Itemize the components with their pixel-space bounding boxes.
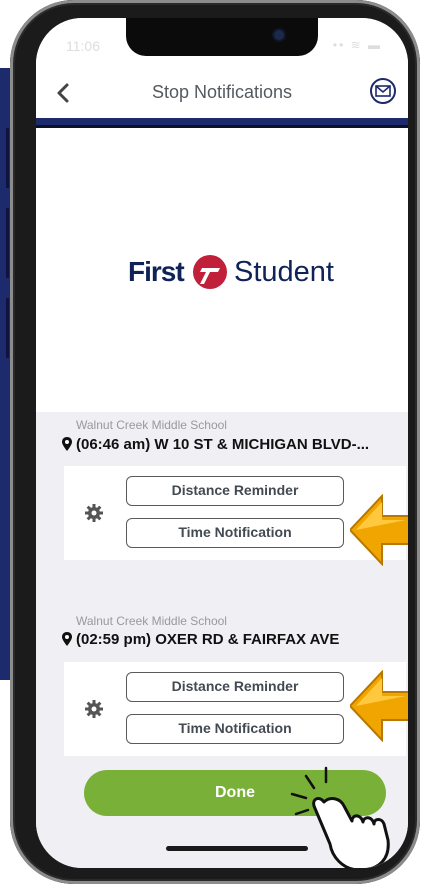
logo-mark-icon [193, 255, 227, 289]
distance-reminder-button[interactable]: Distance Reminder [126, 476, 344, 506]
map-pin-icon [62, 632, 72, 646]
mail-icon [375, 85, 391, 97]
stop-label: (06:46 am) W 10 ST & MICHIGAN BLVD-... [62, 436, 369, 453]
pointer-arrow-icon [350, 494, 408, 566]
school-name: Walnut Creek Middle School [76, 614, 227, 628]
background-mark [6, 128, 9, 188]
phone-notch [126, 18, 318, 56]
mail-button[interactable] [370, 78, 396, 104]
logo-text-student: Student [234, 256, 334, 288]
home-indicator [166, 846, 308, 851]
map-pin-icon [62, 437, 72, 451]
distance-reminder-button[interactable]: Distance Reminder [126, 672, 344, 702]
status-time: 11:06 [66, 38, 100, 54]
pointer-arrow-icon [350, 670, 408, 742]
stop-label-text: (02:59 pm) OXER RD & FAIRFAX AVE [76, 631, 340, 648]
background-mark [6, 208, 9, 278]
status-indicators: •• ≋ ▬ [332, 38, 382, 52]
time-notification-button[interactable]: Time Notification [126, 518, 344, 548]
background-mark [6, 298, 9, 358]
gear-icon[interactable] [84, 699, 104, 719]
school-name: Walnut Creek Middle School [76, 418, 227, 432]
app-screen: 11:06 •• ≋ ▬ Stop Notifications First St… [36, 18, 408, 868]
time-notification-button[interactable]: Time Notification [126, 714, 344, 744]
nav-header: Stop Notifications [36, 68, 408, 118]
camera-icon [274, 30, 284, 40]
tap-hand-icon [290, 766, 390, 868]
header-accent-bar [36, 118, 408, 128]
stop-label: (02:59 pm) OXER RD & FAIRFAX AVE [62, 631, 339, 648]
logo-text-first: First [128, 256, 185, 287]
logo-area: First Student [36, 128, 408, 412]
stop-label-text: (06:46 am) W 10 ST & MICHIGAN BLVD-... [76, 436, 370, 453]
phone-frame: 11:06 •• ≋ ▬ Stop Notifications First St… [10, 0, 420, 884]
gear-icon[interactable] [84, 503, 104, 523]
page-title: Stop Notifications [151, 82, 293, 102]
